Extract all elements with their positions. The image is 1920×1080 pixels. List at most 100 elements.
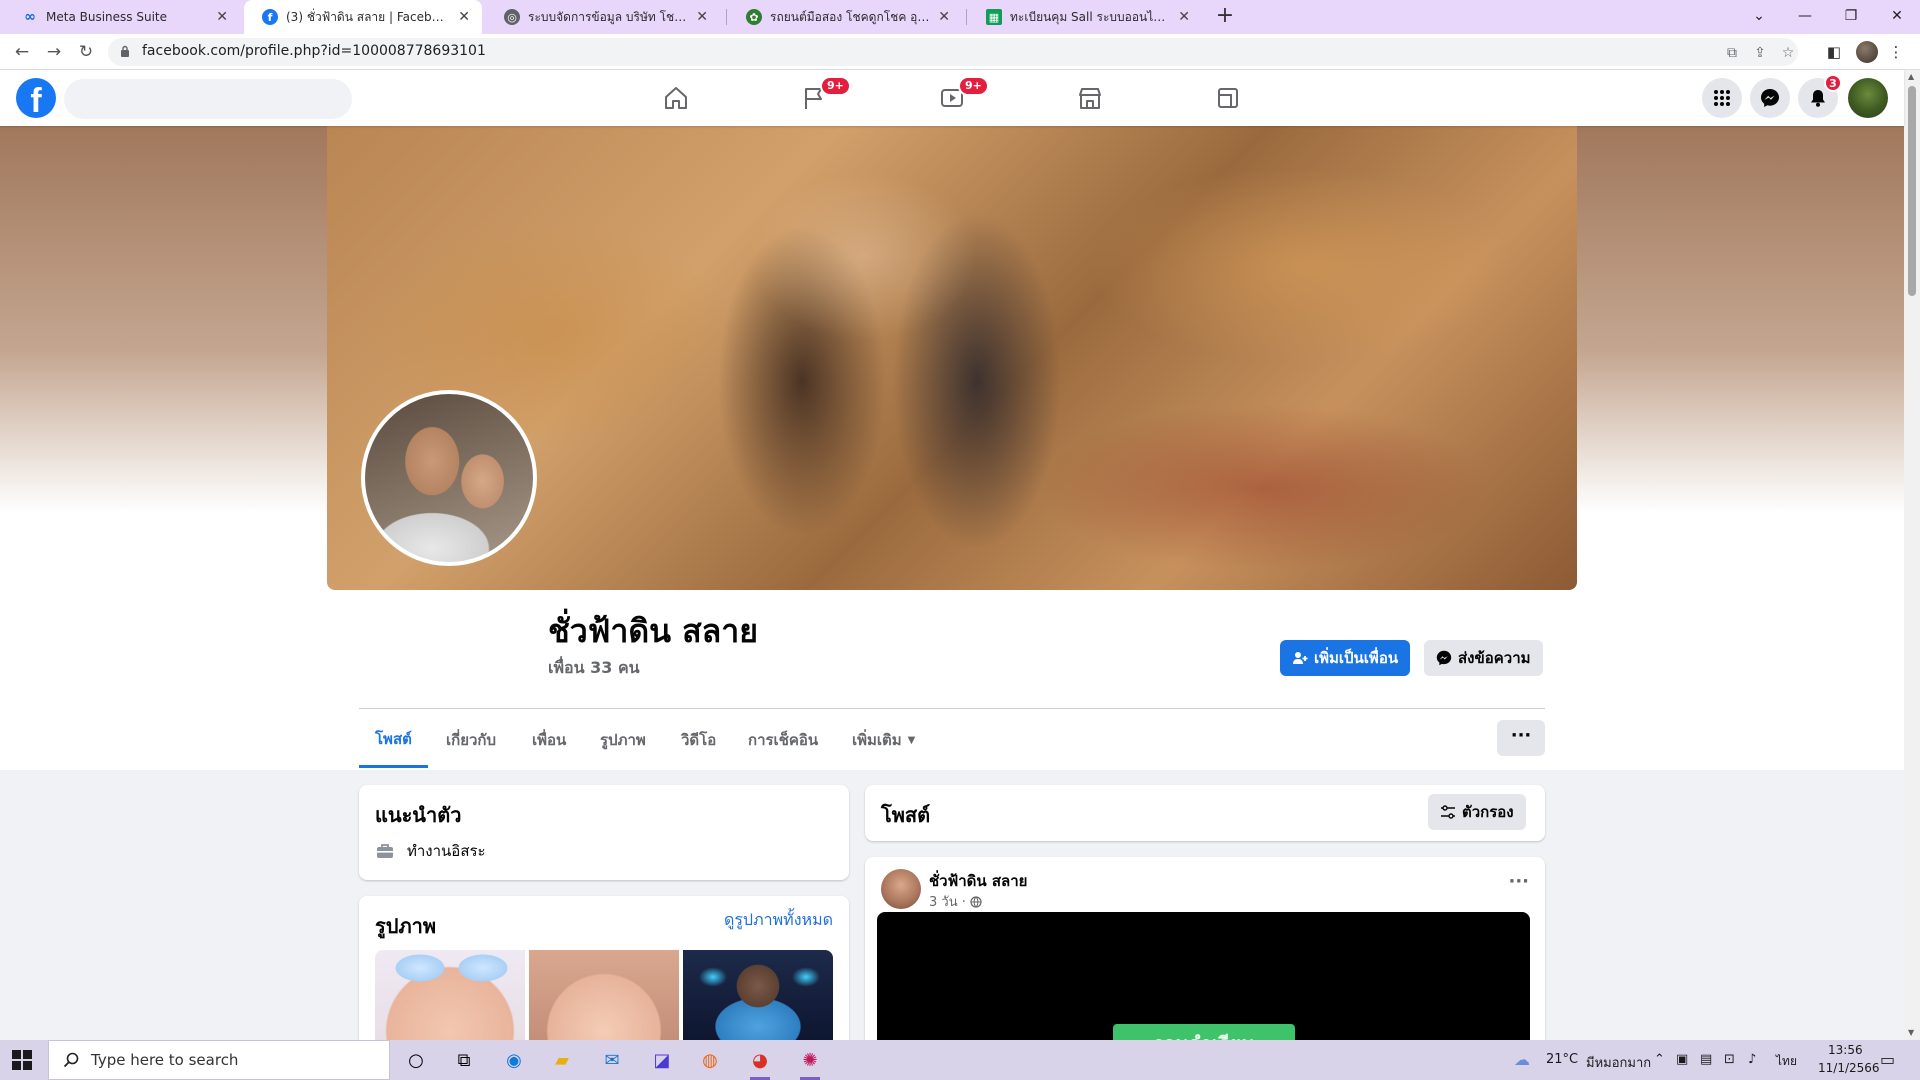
facebook-search-input[interactable]	[64, 79, 352, 119]
mail-icon[interactable]: ✉	[592, 1045, 632, 1075]
chevron-up-icon[interactable]: ⌃	[1654, 1052, 1665, 1067]
tab-about[interactable]: เกี่ยวกับ	[430, 712, 512, 768]
tab-more[interactable]: เพิ่มเติม ▼	[836, 712, 931, 768]
post-author-name[interactable]: ชั่วฟ้าดิน สลาย	[929, 869, 1027, 893]
browser-tab-sheets[interactable]: ▦ ทะเบียนคุม Sall ระบบออนไลน์.xlsx - G ✕	[968, 0, 1202, 34]
photo-thumbnail[interactable]	[683, 950, 833, 1040]
tab-title: ระบบจัดการข้อมูล บริษัท โชคดูกโชค	[528, 9, 689, 24]
close-icon[interactable]: ✕	[938, 9, 950, 25]
tray-app-icon[interactable]: ▣	[1676, 1052, 1688, 1067]
network-icon[interactable]: ⊡	[1724, 1052, 1735, 1067]
send-message-label: ส่งข้อความ	[1458, 649, 1531, 667]
tab-photos[interactable]: รูปภาพ	[584, 712, 662, 768]
close-icon[interactable]: ✕	[1178, 9, 1190, 25]
nav-home[interactable]	[620, 78, 732, 118]
firefox-icon[interactable]: ◍	[690, 1045, 730, 1075]
windows-start-icon[interactable]	[12, 1050, 32, 1070]
see-all-photos-link[interactable]: ดูรูปภาพทั้งหมด	[724, 908, 833, 933]
tab-checkins[interactable]: การเช็คอิน	[732, 712, 834, 768]
notification-center-icon[interactable]: ▭	[1880, 1050, 1895, 1069]
file-explorer-icon[interactable]: ▰	[542, 1045, 582, 1075]
page-scrollbar[interactable]: ▲ ▼	[1904, 70, 1920, 1040]
app-icon[interactable]: ◪	[642, 1045, 682, 1075]
scroll-down-icon[interactable]: ▼	[1908, 1028, 1914, 1037]
menu-grid-button[interactable]	[1702, 78, 1742, 118]
browser-menu-icon[interactable]: ⋮	[1886, 42, 1906, 62]
weather-icon[interactable]: ☁	[1514, 1050, 1530, 1069]
scroll-thumb[interactable]	[1908, 86, 1916, 296]
minimize-icon[interactable]: —	[1782, 0, 1828, 34]
restore-icon[interactable]: ❐	[1828, 0, 1874, 34]
tab-title: รถยนต์มือสอง โชคดูกโชค อุดรธานี	[770, 9, 931, 24]
video-overlay-button[interactable]: รวมลำเรียน	[1113, 1024, 1295, 1040]
nav-pages[interactable]: 9+	[758, 76, 870, 118]
translate-icon[interactable]: ⧉	[1724, 45, 1740, 61]
browser-toolbar: ← → ↻ facebook.com/profile.php?id=100008…	[0, 34, 1920, 70]
back-icon[interactable]: ←	[10, 40, 34, 64]
close-icon[interactable]: ✕	[696, 9, 708, 25]
address-bar[interactable]: facebook.com/profile.php?id=100008778693…	[108, 38, 1798, 66]
close-icon[interactable]: ✕	[458, 9, 470, 25]
scroll-up-icon[interactable]: ▲	[1908, 72, 1914, 81]
window-close-icon[interactable]: ✕	[1874, 0, 1920, 34]
nav-gaming[interactable]	[1172, 78, 1284, 118]
send-message-button[interactable]: ส่งข้อความ	[1424, 640, 1543, 676]
browser-tab-used-cars[interactable]: ✿ รถยนต์มือสอง โชคดูกโชค อุดรธานี ✕	[728, 0, 962, 34]
browser-tab-data-system[interactable]: ◎ ระบบจัดการข้อมูล บริษัท โชคดูกโชค ✕	[486, 0, 720, 34]
nav-marketplace[interactable]	[1034, 78, 1146, 118]
facebook-logo-icon[interactable]: f	[16, 78, 56, 118]
add-friend-button[interactable]: เพิ่มเป็นเพื่อน	[1280, 640, 1411, 676]
account-avatar[interactable]	[1848, 78, 1888, 118]
browser-tab-meta[interactable]: ∞ Meta Business Suite ✕	[4, 0, 240, 34]
post-video[interactable]: รวมลำเรียน	[877, 912, 1530, 1040]
clock-time[interactable]: 13:56	[1828, 1043, 1863, 1057]
weather-temp[interactable]: 21°C	[1546, 1052, 1578, 1067]
posts-title: โพสต์	[881, 803, 931, 827]
post-time-text: 3 วัน ·	[929, 895, 966, 910]
nav-watch[interactable]: 9+	[896, 76, 1008, 118]
side-panel-icon[interactable]: ◧	[1824, 42, 1844, 62]
tray-monitor-icon[interactable]: ▤	[1700, 1052, 1712, 1067]
photo-thumbnail[interactable]	[529, 950, 679, 1040]
facebook-header: f 9+ 9+ 3	[0, 70, 1904, 126]
new-tab-button[interactable]: +	[1212, 4, 1238, 30]
forward-icon[interactable]: →	[42, 40, 66, 64]
weather-description[interactable]: มีหมอกมาก	[1586, 1052, 1651, 1073]
tab-separator	[966, 9, 967, 25]
share-icon[interactable]: ⇪	[1752, 45, 1768, 61]
bookmark-star-icon[interactable]: ☆	[1780, 45, 1796, 61]
input-language[interactable]: ไทย	[1776, 1052, 1797, 1071]
taskbar-search-placeholder: Type here to search	[91, 1051, 239, 1069]
tab-label: เพิ่มเติม	[852, 731, 902, 749]
profile-more-button[interactable]: ···	[1497, 720, 1545, 756]
clock-date[interactable]: 11/1/2566	[1818, 1061, 1880, 1075]
taskbar-search-input[interactable]: Type here to search	[48, 1040, 390, 1080]
post-timestamp[interactable]: 3 วัน ·	[929, 891, 982, 912]
tab-friends[interactable]: เพื่อน	[516, 712, 582, 768]
browser-profile-avatar[interactable]	[1856, 41, 1878, 63]
friends-count[interactable]: เพื่อน 33 คน	[548, 656, 640, 681]
messenger-icon	[1436, 650, 1452, 666]
post-options-button[interactable]: ···	[1508, 871, 1529, 892]
browser-tab-facebook[interactable]: f (3) ชั่วฟ้าดิน สลาย | Facebook ✕	[244, 0, 482, 34]
tab-search-icon[interactable]: ⌄	[1736, 0, 1782, 34]
tab-videos[interactable]: วิดีโอ	[665, 712, 732, 768]
tab-posts[interactable]: โพสต์	[359, 712, 428, 768]
messenger-button[interactable]	[1750, 78, 1790, 118]
photo-thumbnail[interactable]	[375, 950, 525, 1040]
filter-button[interactable]: ตัวกรอง	[1428, 794, 1526, 830]
post-card: ชั่วฟ้าดิน สลาย 3 วัน · ··· รวมลำเรียน	[865, 857, 1545, 1040]
volume-icon[interactable]: ♪	[1748, 1052, 1756, 1067]
reload-icon[interactable]: ↻	[74, 40, 98, 64]
post-author-avatar[interactable]	[881, 869, 921, 909]
cortana-icon[interactable]: ○	[396, 1045, 436, 1075]
shop-icon	[1079, 88, 1101, 109]
profile-picture[interactable]	[361, 390, 537, 566]
task-view-icon[interactable]: ⧉	[444, 1045, 484, 1075]
chrome-icon[interactable]: ◕	[740, 1045, 780, 1080]
edge-icon[interactable]: ◉	[494, 1045, 534, 1075]
app-active-icon[interactable]: ✺	[790, 1045, 830, 1080]
profile-name: ชั่วฟ้าดิน สลาย	[548, 612, 758, 650]
notifications-button[interactable]: 3	[1798, 74, 1842, 118]
close-icon[interactable]: ✕	[216, 9, 228, 25]
